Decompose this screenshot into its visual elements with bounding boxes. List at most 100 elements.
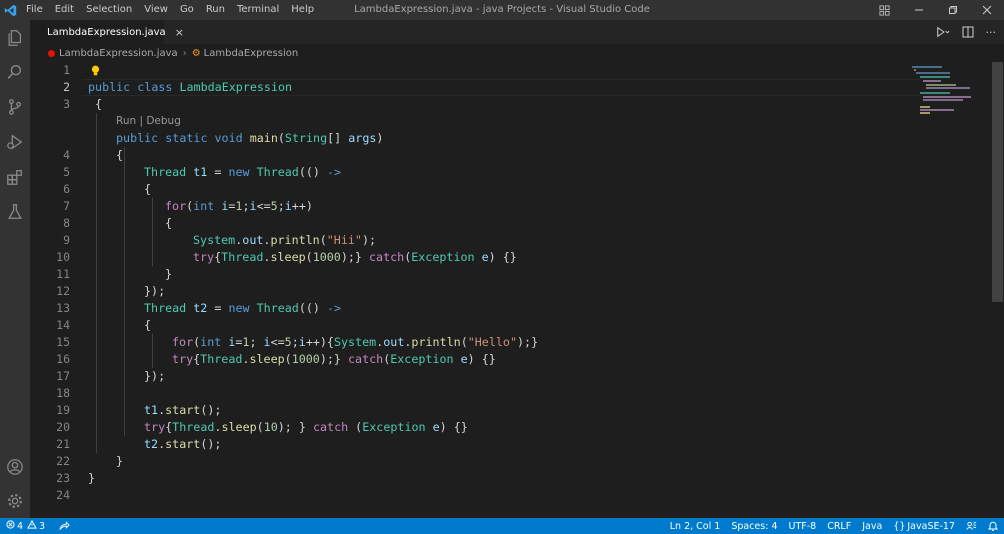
line-number: 8: [63, 216, 70, 230]
token: println: [411, 335, 461, 349]
live-share-icon[interactable]: [59, 521, 70, 531]
braces-icon: {}: [893, 520, 906, 532]
explorer-icon[interactable]: [0, 23, 30, 53]
tab-close-icon[interactable]: ×: [175, 26, 184, 39]
token: String: [284, 131, 328, 145]
line-ending[interactable]: CRLF: [827, 521, 851, 532]
minimize-icon[interactable]: [902, 0, 936, 20]
warning-count: 3: [39, 520, 46, 532]
token: try: [144, 420, 166, 434]
restore-icon[interactable]: [936, 0, 970, 20]
notifications-bell-icon[interactable]: [988, 521, 998, 531]
codelens-run-debug[interactable]: Run | Debug: [116, 113, 181, 130]
token: e: [432, 420, 440, 434]
search-icon[interactable]: [0, 57, 30, 87]
breadcrumb-separator: ›: [182, 47, 187, 59]
breadcrumb-symbol[interactable]: LambdaExpression: [204, 48, 299, 59]
line-number: 20: [56, 420, 70, 434]
cursor-position[interactable]: Ln 2, Col 1: [670, 521, 721, 532]
minimap-line: [920, 112, 930, 114]
token: int: [200, 335, 229, 349]
code-line-15: {: [144, 317, 151, 334]
menu-view[interactable]: View: [138, 0, 174, 20]
token: ++): [291, 199, 313, 213]
run-file-icon[interactable]: [936, 26, 950, 38]
menu-selection[interactable]: Selection: [80, 0, 138, 20]
code-line-16: for(int i=1; i<=5;i++){System.out.printl…: [172, 334, 538, 351]
token: ): [376, 131, 384, 145]
token: (: [256, 420, 264, 434]
language-mode[interactable]: Java: [862, 521, 882, 532]
menu-run[interactable]: Run: [200, 0, 231, 20]
settings-gear-icon[interactable]: [0, 486, 30, 516]
minimap[interactable]: [908, 62, 988, 122]
menu-help[interactable]: Help: [285, 0, 320, 20]
account-icon[interactable]: [0, 452, 30, 482]
token: 1000: [312, 250, 341, 264]
token: 5: [270, 199, 278, 213]
title-bar: File Edit Selection View Go Run Terminal…: [0, 0, 1004, 20]
lightbulb-icon[interactable]: [90, 62, 101, 79]
window-controls: [902, 0, 1004, 20]
indentation[interactable]: Spaces: 4: [731, 521, 777, 532]
token: i: [284, 199, 292, 213]
menu-edit[interactable]: Edit: [49, 0, 80, 20]
token: Exception: [390, 352, 461, 366]
token: e: [460, 352, 468, 366]
problems-indicator[interactable]: 4 3: [6, 519, 46, 532]
line-number: 22: [56, 454, 70, 468]
token: Exception: [411, 250, 482, 264]
token: new: [228, 165, 257, 179]
more-actions-icon[interactable]: ···: [986, 26, 997, 39]
token: "Hello": [467, 335, 517, 349]
token: new: [228, 301, 257, 315]
tab-lambda-expression[interactable]: LambdaExpression.java ×: [30, 20, 184, 44]
menu-go[interactable]: Go: [174, 0, 200, 20]
menu-terminal[interactable]: Terminal: [231, 0, 285, 20]
editor-area: LambdaExpression.java × ··· LambdaExpres…: [30, 20, 1004, 518]
scrollbar-thumb[interactable]: [992, 62, 1003, 302]
token: start: [165, 437, 201, 451]
token: (: [348, 420, 363, 434]
indent-guide: [152, 334, 153, 368]
minimap-line: [923, 80, 941, 82]
menu-file[interactable]: File: [20, 0, 49, 20]
token: out: [383, 335, 405, 349]
minimap-line: [926, 84, 956, 86]
line-number: 5: [63, 165, 70, 179]
token: ;: [277, 199, 285, 213]
line-number: 12: [56, 284, 70, 298]
line-number: 2: [63, 80, 70, 94]
token: =: [207, 301, 229, 315]
tab-bar: LambdaExpression.java × ···: [30, 20, 1004, 44]
code-line-17: try{Thread.sleep(1000);} catch(Exception…: [172, 351, 496, 368]
token: t2: [144, 437, 159, 451]
token: ;: [291, 335, 299, 349]
minimap-line: [920, 92, 950, 94]
token: (: [277, 131, 285, 145]
encoding[interactable]: UTF-8: [789, 521, 817, 532]
token: catch: [369, 250, 405, 264]
testing-flask-icon[interactable]: [0, 197, 30, 227]
close-window-icon[interactable]: [970, 0, 1004, 20]
code-line-9: {: [165, 215, 172, 232]
line-number: 1: [63, 63, 70, 77]
minimap-line: [912, 66, 942, 68]
line-number: 3: [63, 97, 70, 111]
jdk-version[interactable]: {} JavaSE-17: [893, 521, 955, 532]
token: );: [361, 233, 377, 247]
source-control-icon[interactable]: [0, 92, 30, 122]
run-debug-icon[interactable]: [0, 127, 30, 157]
token: 1000: [291, 352, 320, 366]
editor-scrollbar[interactable]: [991, 62, 1004, 518]
split-editor-icon[interactable]: [962, 26, 974, 38]
token: []: [327, 131, 349, 145]
token: public static void: [116, 131, 250, 145]
feedback-icon[interactable]: [966, 521, 977, 531]
extensions-icon[interactable]: [0, 162, 30, 192]
customize-layout-icon[interactable]: [874, 0, 894, 20]
breadcrumb-file[interactable]: LambdaExpression.java: [59, 48, 178, 59]
token: sleep: [270, 250, 306, 264]
line-number: 14: [56, 318, 70, 332]
code-line-24: }: [88, 470, 95, 487]
